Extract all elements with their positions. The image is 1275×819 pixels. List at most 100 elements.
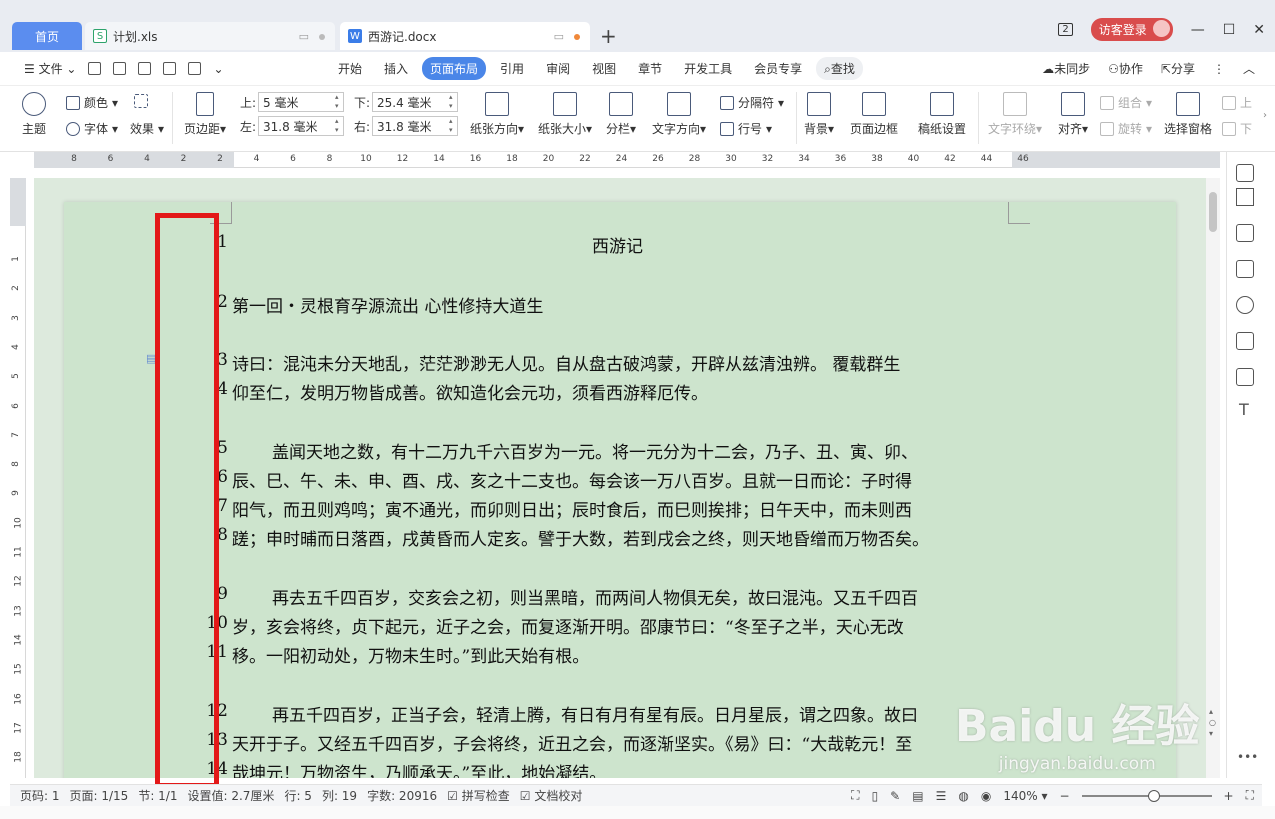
page-view-icon[interactable]: ▤ (912, 789, 923, 803)
web-view-icon[interactable]: ◍ (958, 789, 968, 803)
group-button[interactable]: 组合 ▾ (1100, 94, 1152, 111)
eye-protection-icon[interactable]: ◉ (981, 789, 991, 803)
text-line[interactable]: 移。一阳初动处，万物未生时。”到此天始有根。 (232, 642, 589, 667)
zoom-level[interactable]: 140% ▾ (1003, 789, 1047, 803)
new-doc-icon[interactable] (88, 62, 102, 75)
tab-insert[interactable]: 插入 (376, 57, 416, 80)
sync-button[interactable]: ☁未同步 (1042, 60, 1090, 77)
status-word-count[interactable]: 字数: 20916 (367, 787, 437, 804)
status-page-code[interactable]: 页码: 1 (20, 787, 60, 804)
separator-button[interactable]: 分隔符 ▾ (720, 94, 784, 111)
tab-view[interactable]: 视图 (584, 57, 624, 80)
tab-review[interactable]: 审阅 (538, 57, 578, 80)
tab-doc-file[interactable]: W 西游记.docx ▭ (340, 22, 590, 50)
text-icon[interactable]: T (1239, 400, 1249, 419)
unsaved-dot-icon[interactable] (574, 34, 580, 40)
window-count-badge[interactable]: 2 (1058, 23, 1073, 36)
print-icon[interactable] (163, 62, 177, 75)
share-button[interactable]: ⇱分享 (1161, 60, 1195, 77)
columns-button[interactable]: 分栏▾ (606, 92, 636, 137)
tab-page-layout[interactable]: 页面布局 (422, 57, 487, 80)
scroll-nav-icon[interactable]: ▴ ○ ▾ (1209, 706, 1216, 739)
outline-view-icon[interactable]: ☰ (936, 789, 947, 803)
font-button[interactable]: 字体 ▾ (66, 120, 118, 137)
collab-button[interactable]: ⚇协作 (1108, 60, 1143, 77)
print-preview-icon[interactable] (188, 62, 202, 75)
search-button[interactable]: ⌕查找 (816, 57, 863, 80)
document-search-icon[interactable] (1236, 368, 1254, 386)
document-settings-icon[interactable] (1236, 332, 1254, 350)
paper-size-button[interactable]: 纸张大小▾ (538, 92, 592, 137)
send-down-button[interactable]: 下 (1222, 120, 1252, 137)
theme-button[interactable]: 主题 (22, 92, 46, 137)
text-wrap-button[interactable]: 文字环绕▾ (988, 92, 1042, 137)
open-folder-icon[interactable] (113, 62, 127, 75)
zoom-slider[interactable] (1081, 789, 1212, 802)
paper-setup-button[interactable]: 稿纸设置 (918, 92, 966, 137)
save-icon[interactable] (138, 62, 152, 75)
rotate-button[interactable]: 旋转 ▾ (1100, 120, 1152, 137)
close-icon[interactable]: ✕ (1253, 22, 1265, 38)
help-icon[interactable] (1236, 296, 1254, 314)
text-line[interactable]: 诗曰：混沌未分天地乱，茫茫渺渺无人见。自从盘古破鸿蒙，开辟从兹清浊辨。 覆载群生 (232, 350, 900, 375)
chapter-heading[interactable]: 第一回・灵根育孕源流出 心性修持大道生 (232, 292, 543, 317)
zoom-out-icon[interactable]: − (1059, 789, 1069, 803)
color-button[interactable]: 颜色 ▾ (66, 94, 118, 111)
spell-check-button[interactable]: ☑ 拼写检查 (447, 787, 510, 804)
horizontal-ruler[interactable]: 8 6 4 2 2 4 6 8 10 12 14 16 18 20 22 24 26 28 30 32 34 36 38 40… (34, 152, 1220, 168)
align-button[interactable]: 对齐▾ (1058, 92, 1088, 137)
ribbon-scroll-right-icon[interactable]: › (1263, 110, 1267, 121)
text-line[interactable]: 再五千四百岁，正当子会，轻清上腾，有日有月有星有辰。日月星辰，谓之四象。故曰 (272, 701, 918, 726)
page-border-button[interactable]: 页面边框 (850, 92, 898, 137)
tab-close-dot-icon[interactable] (319, 34, 325, 40)
maximize-icon[interactable]: ☐ (1223, 22, 1236, 38)
panel-toggle-icon[interactable] (1236, 164, 1254, 182)
effect-icon-button[interactable] (134, 94, 148, 108)
bring-up-button[interactable]: 上 (1222, 94, 1252, 111)
selection-pane-button[interactable]: 选择窗格 (1164, 92, 1212, 137)
text-line[interactable]: 辰、巳、午、未、申、酉、戌、亥之十二支也。每会该一万八百岁。且就一日而论：子时得 (232, 467, 912, 492)
fullscreen-icon[interactable]: ⛶ (851, 788, 859, 803)
tab-member[interactable]: 会员专享 (746, 57, 810, 80)
guest-login-button[interactable]: 访客登录 (1090, 18, 1173, 41)
margin-button[interactable]: 页边距▾ (184, 92, 226, 137)
effect-button[interactable]: 效果 ▾ (130, 120, 164, 137)
edit-mode-icon[interactable]: ✎ (890, 789, 900, 803)
status-page[interactable]: 页面: 1/15 (70, 787, 129, 804)
tab-references[interactable]: 引用 (492, 57, 532, 80)
text-line[interactable]: 盖闻天地之数，有十二万九千六百岁为一元。将一元分为十二会，乃子、丑、寅、卯、 (272, 438, 918, 463)
scrollbar-thumb[interactable] (1209, 192, 1217, 232)
text-line[interactable]: 阳气，而丑则鸡鸣；寅不通光，而卯则日出；辰时食后，而巳则挨排；日午天中，而未则西 (232, 496, 912, 521)
tab-chapter[interactable]: 章节 (630, 57, 670, 80)
bottom-margin-input[interactable]: 25.4 毫米 (372, 92, 458, 112)
file-menu[interactable]: ☰ 文件 ⌄ (24, 60, 76, 77)
top-margin-input[interactable]: 5 毫米 (258, 92, 344, 112)
line-number-button[interactable]: 行号 ▾ (720, 120, 772, 137)
pen-icon[interactable] (1236, 188, 1254, 206)
vertical-scrollbar[interactable]: ▴ ○ ▾ (1206, 178, 1220, 778)
doc-proof-button[interactable]: ☑ 文档校对 (520, 787, 583, 804)
right-margin-input[interactable]: 31.8 毫米 (372, 116, 458, 136)
quick-access-dropdown-icon[interactable]: ⌄ (213, 62, 223, 76)
adjust-icon[interactable] (1236, 260, 1254, 278)
text-line[interactable]: 仰至仁，发明万物皆成善。欲知造化会元功，须看西游释厄传。 (232, 379, 708, 404)
more-icon[interactable]: ••• (1237, 750, 1258, 764)
text-line[interactable]: 哉坤元！万物资生，乃顺承天。”至此，地始凝结。 (232, 759, 606, 778)
document-title[interactable]: 西游记 (592, 232, 643, 257)
monitor-icon[interactable]: ▭ (554, 30, 564, 43)
more-menu-icon[interactable]: ⋮ (1213, 62, 1225, 76)
text-line[interactable]: 蹉；申时晡而日落酉，戌黄昏而人定亥。譬于大数，若到戌会之终，则天地昏缯而万物否矣… (232, 525, 929, 550)
fit-page-icon[interactable]: ⛶ (1246, 788, 1254, 803)
tab-xls-file[interactable]: S 计划.xls ▭ (85, 22, 335, 50)
minimize-icon[interactable]: — (1191, 22, 1205, 38)
collapse-ribbon-icon[interactable]: ︿ (1243, 60, 1255, 77)
text-line[interactable]: 岁，亥会将终，贞下起元，近子之会，而复逐渐开明。邵康节曰：“冬至子之半，天心无改 (232, 613, 904, 638)
read-mode-icon[interactable]: ▯ (872, 789, 879, 803)
vertical-ruler[interactable]: 1 2 3 4 5 6 7 8 9 10 11 12 13 14 15 16 17 18 (10, 178, 26, 778)
tab-start[interactable]: 开始 (330, 57, 370, 80)
orientation-button[interactable]: 纸张方向▾ (470, 92, 524, 137)
monitor-icon[interactable]: ▭ (299, 30, 309, 43)
text-line[interactable]: 天开于子。又经五千四百岁，子会将终，近丑之会，而逐渐坚实。《易》曰：“大哉乾元！… (232, 730, 912, 755)
text-line[interactable]: 再去五千四百岁，交亥会之初，则当黑暗，而两间人物俱无矣，故曰混沌。又五千四百 (272, 584, 918, 609)
new-tab-button[interactable]: + (600, 24, 617, 48)
